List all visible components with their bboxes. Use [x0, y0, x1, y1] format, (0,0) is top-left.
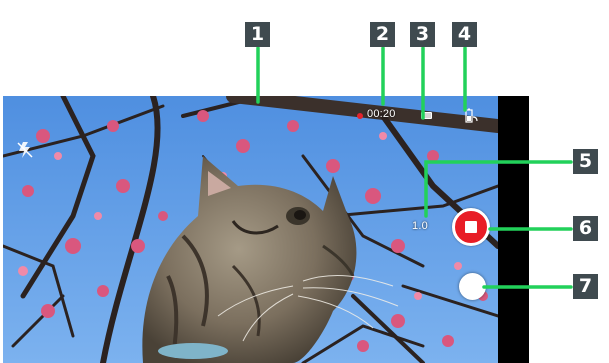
callout-2: 2: [370, 22, 395, 47]
callout-3: 3: [410, 22, 435, 47]
callout-leader-5: [424, 160, 573, 218]
callout-1: 1: [245, 22, 270, 47]
callout-leaders: [256, 46, 573, 289]
callout-5: 5: [573, 149, 598, 174]
callout-4: 4: [452, 22, 477, 47]
callout-7: 7: [573, 274, 598, 299]
callout-6: 6: [573, 216, 598, 241]
